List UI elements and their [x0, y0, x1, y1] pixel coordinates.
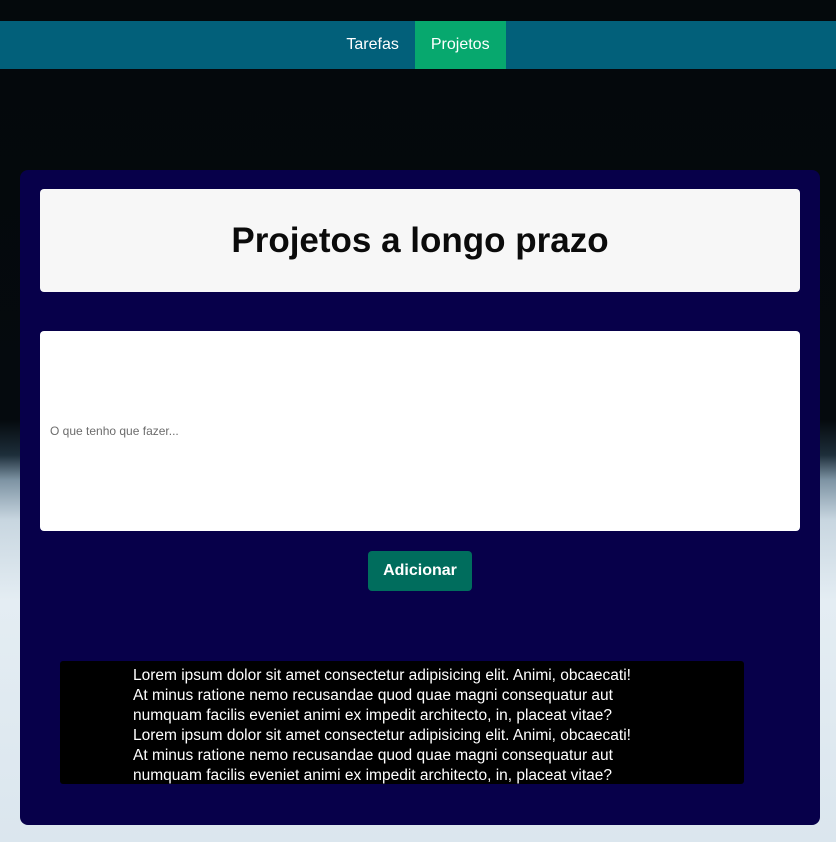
- project-item: Lorem ipsum dolor sit amet consectetur a…: [60, 661, 744, 784]
- project-item-line: Lorem ipsum dolor sit amet consectetur a…: [133, 727, 631, 744]
- top-navbar: Tarefas Projetos: [0, 21, 836, 69]
- nav-tab-tarefas[interactable]: Tarefas: [330, 21, 414, 69]
- project-item-line: Lorem ipsum dolor sit amet consectetur a…: [133, 667, 631, 684]
- nav-tab-projetos[interactable]: Projetos: [414, 21, 506, 69]
- project-item-line: numquam facilis eveniet animi ex impedit…: [133, 767, 613, 784]
- task-input[interactable]: [40, 331, 800, 531]
- projects-card: Projetos a longo prazo Adicionar Lorem i…: [20, 170, 820, 825]
- project-item-line: At minus ratione nemo recusandae quod qu…: [133, 747, 613, 764]
- page-title: Projetos a longo prazo: [231, 220, 609, 260]
- top-strip: [0, 0, 836, 21]
- project-item-line: numquam facilis eveniet animi ex impedit…: [133, 707, 613, 724]
- project-item-line: At minus ratione nemo recusandae quod qu…: [133, 687, 613, 704]
- add-button[interactable]: Adicionar: [368, 551, 472, 591]
- title-box: Projetos a longo prazo: [40, 189, 800, 292]
